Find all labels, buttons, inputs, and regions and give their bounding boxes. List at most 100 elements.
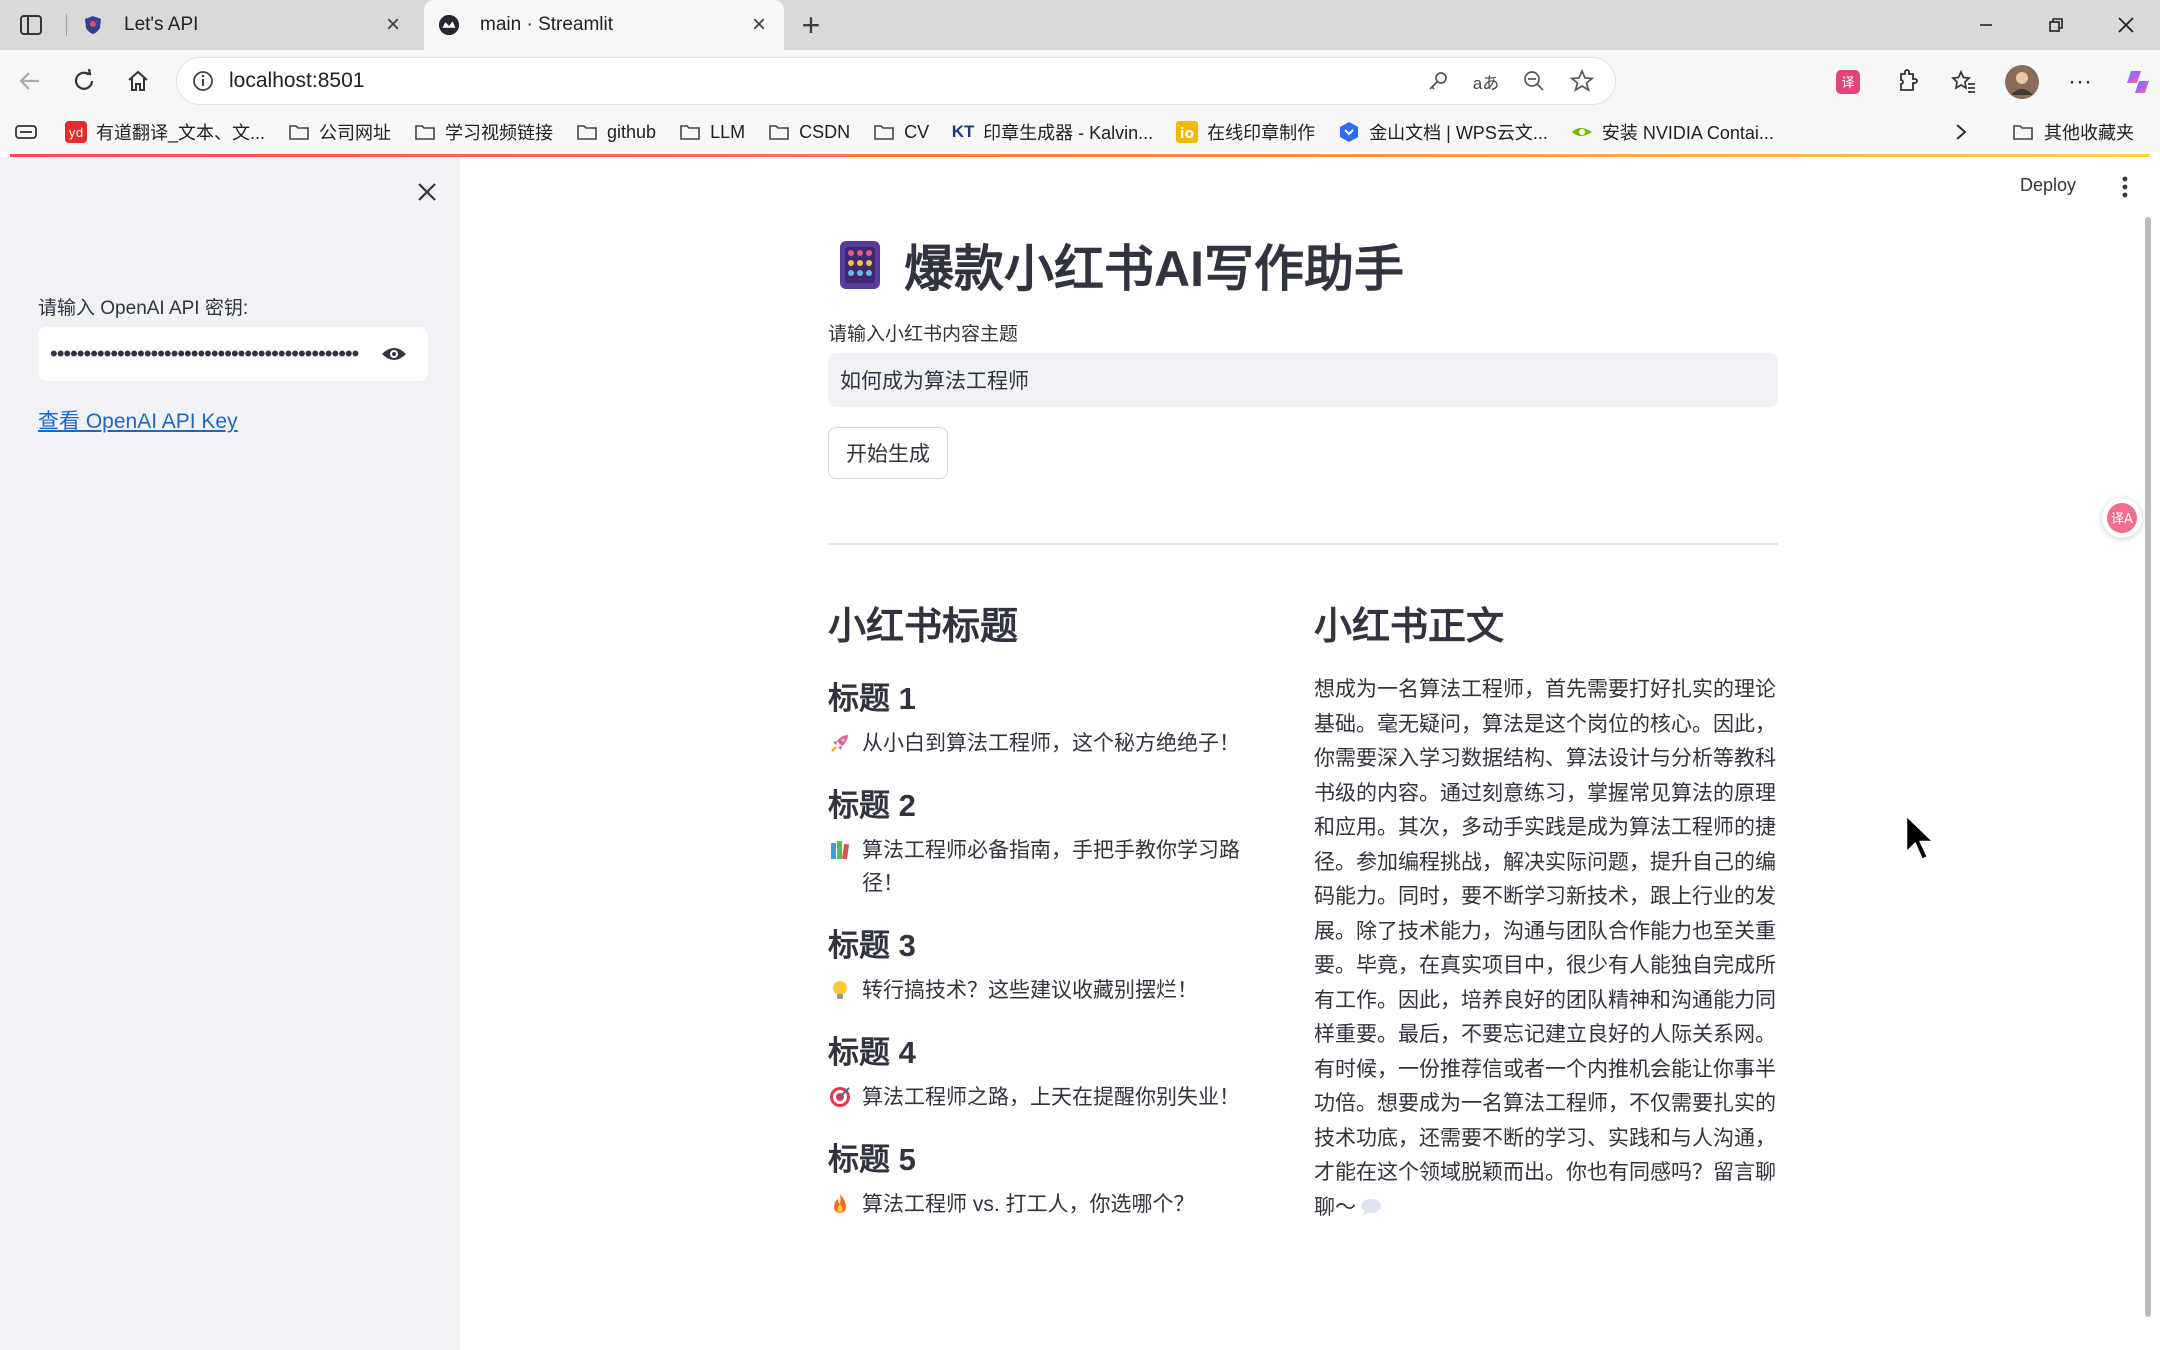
body-text: 想成为一名算法工程师，首先需要打好扎实的理论基础。毫无疑问，算法是这个岗位的核心… <box>1314 678 1776 1219</box>
body-paragraph: 想成为一名算法工程师，首先需要打好扎实的理论基础。毫无疑问，算法是这个岗位的核心… <box>1314 673 1778 1225</box>
fire-emoji-icon <box>834 1194 846 1213</box>
sidebar: 请输入 OpenAI API 密钥: •••••••••••••••••••••… <box>0 157 460 1350</box>
folder-icon <box>575 120 599 144</box>
bookmark-youdao[interactable]: yd 有道翻译_文本、文... <box>64 119 265 145</box>
floating-translate-icon[interactable]: 译A <box>2102 498 2142 538</box>
main-menu-icon[interactable] <box>2110 169 2140 205</box>
show-password-eye-icon[interactable] <box>374 334 414 374</box>
abacus-emoji-icon <box>840 241 880 289</box>
generate-button[interactable]: 开始生成 <box>828 427 948 479</box>
back-icon[interactable] <box>10 61 50 101</box>
zoom-out-icon[interactable] <box>1519 66 1549 96</box>
close-tab-icon[interactable]: × <box>744 10 774 40</box>
close-sidebar-icon[interactable] <box>412 177 442 207</box>
bookmarks-toggle-icon[interactable] <box>14 122 38 142</box>
tab-title: main · Streamlit <box>480 14 614 35</box>
title-heading-4: 标题 4 <box>828 1035 916 1070</box>
minimize-icon[interactable] <box>1966 8 2006 42</box>
bookmark-folder-csdn[interactable]: CSDN <box>767 120 850 144</box>
favorites-icon[interactable] <box>1944 62 1984 102</box>
read-aloud-icon[interactable]: aあ <box>1471 66 1501 96</box>
favorite-star-icon[interactable] <box>1567 66 1597 96</box>
tab-separator <box>66 14 67 36</box>
folder-icon <box>767 120 791 144</box>
svg-text:io: io <box>1180 126 1195 142</box>
browser-tab-bar: Let's API × main · Streamlit × + <box>0 0 2160 50</box>
tab-actions-icon[interactable] <box>18 12 44 38</box>
page-title: 爆款小红书AI写作助手 <box>904 241 1404 297</box>
close-tab-icon[interactable]: × <box>378 10 408 40</box>
bookmark-nvidia[interactable]: 安装 NVIDIA Contai... <box>1570 119 1774 145</box>
folder-icon <box>2012 120 2036 144</box>
url-text[interactable]: localhost:8501 <box>229 69 1423 93</box>
body-column: 小红书正文 想成为一名算法工程师，首先需要打好扎实的理论基础。毫无疑问，算法是这… <box>1314 595 1778 1225</box>
title-item-5: 算法工程师 vs. 打工人，你选哪个？ <box>828 1188 1258 1221</box>
tab-streamlit[interactable]: main · Streamlit × <box>424 0 784 50</box>
tab-title: Let's API <box>124 14 199 35</box>
rocket-emoji-icon <box>831 735 848 752</box>
profile-avatar[interactable] <box>2002 62 2042 102</box>
title-text: 算法工程师之路，上天在提醒你别失业！ <box>862 1086 1240 1109</box>
tab-lets-api[interactable]: Let's API × <box>68 0 418 50</box>
bookmark-folder-company[interactable]: 公司网址 <box>287 119 391 145</box>
close-window-icon[interactable] <box>2106 8 2146 42</box>
svg-text:译A: 译A <box>2111 512 2133 527</box>
api-key-label: 请输入 OpenAI API 密钥: <box>38 298 249 319</box>
page-scrollbar[interactable] <box>2145 217 2151 1317</box>
speech-bubble-emoji-icon <box>1361 1198 1381 1215</box>
title-heading-2: 标题 2 <box>828 788 916 823</box>
translate-extension-icon[interactable]: 译 <box>1828 62 1868 102</box>
bookmark-seal-generator[interactable]: KT 印章生成器 - Kalvin... <box>951 119 1153 145</box>
streamlit-app: 请输入 OpenAI API 密钥: •••••••••••••••••••••… <box>0 157 2160 1350</box>
site-info-icon[interactable] <box>191 69 215 93</box>
light-bulb-emoji-icon <box>833 981 847 999</box>
title-item-1: 从小白到算法工程师，这个秘方绝绝子！ <box>828 727 1258 760</box>
wps-icon <box>1337 120 1361 144</box>
reload-icon[interactable] <box>64 61 104 101</box>
address-bar[interactable]: localhost:8501 aあ <box>176 57 1616 105</box>
title-text: 算法工程师 vs. 打工人，你选哪个？ <box>862 1193 1195 1216</box>
title-heading-1: 标题 1 <box>828 681 916 716</box>
streamlit-favicon-icon <box>438 14 460 36</box>
bookmark-other-favorites[interactable]: 其他收藏夹 <box>2012 112 2134 152</box>
bookmark-folder-videos[interactable]: 学习视频链接 <box>413 119 553 145</box>
openai-api-key-link[interactable]: 查看 OpenAI API Key <box>38 405 238 435</box>
title-text: 算法工程师必备指南，手把手教你学习路径！ <box>862 839 1240 895</box>
nvidia-icon <box>1570 120 1594 144</box>
title-text: 转行搞技术？这些建议收藏别摆烂！ <box>862 979 1198 1002</box>
api-key-input[interactable]: ••••••••••••••••••••••••••••••••••••••••… <box>38 327 428 381</box>
more-options-icon[interactable]: ··· <box>2060 62 2100 102</box>
browser-toolbar: localhost:8501 aあ 译 ··· <box>0 50 2160 112</box>
bookmark-online-seal[interactable]: io 在线印章制作 <box>1175 119 1315 145</box>
youdao-icon: yd <box>64 120 88 144</box>
title-heading-3: 标题 3 <box>828 928 916 963</box>
bookmark-wps[interactable]: 金山文档 | WPS云文... <box>1337 119 1548 145</box>
password-key-icon[interactable] <box>1423 66 1453 96</box>
page-title-row: 爆款小红书AI写作助手 <box>838 229 1404 301</box>
mouse-cursor-icon <box>1904 813 1938 862</box>
topic-label: 请输入小红书内容主题 <box>828 324 1019 345</box>
bookmark-folder-cv[interactable]: CV <box>872 120 929 144</box>
bookmark-folder-github[interactable]: github <box>575 120 656 144</box>
titles-column: 小红书标题 标题 1 从小白到算法工程师，这个秘方绝绝子！ 标题 2 算法工程师… <box>828 595 1258 1221</box>
copilot-icon[interactable] <box>2118 62 2158 102</box>
title-text: 从小白到算法工程师，这个秘方绝绝子！ <box>862 732 1240 755</box>
svg-text:yd: yd <box>69 126 84 140</box>
topic-input[interactable]: 如何成为算法工程师 <box>828 353 1778 407</box>
body-heading: 小红书正文 <box>1314 606 1505 648</box>
title-item-3: 转行搞技术？这些建议收藏别摆烂！ <box>828 974 1258 1007</box>
home-icon[interactable] <box>118 61 158 101</box>
folder-icon <box>678 120 702 144</box>
chevron-right-icon[interactable] <box>1946 114 1976 150</box>
target-emoji-icon <box>830 1087 850 1107</box>
title-item-2: 算法工程师必备指南，手把手教你学习路径！ <box>828 834 1258 900</box>
title-item-4: 算法工程师之路，上天在提醒你别失业！ <box>828 1081 1258 1114</box>
main-content <box>460 157 2160 1350</box>
new-tab-icon[interactable]: + <box>794 7 828 43</box>
extensions-icon[interactable] <box>1886 62 1926 102</box>
restore-icon[interactable] <box>2036 8 2076 42</box>
bookmark-folder-llm[interactable]: LLM <box>678 120 745 144</box>
deploy-button[interactable]: Deploy <box>2020 175 2076 196</box>
books-emoji-icon <box>831 841 850 860</box>
api-key-value[interactable]: ••••••••••••••••••••••••••••••••••••••••… <box>50 341 364 367</box>
